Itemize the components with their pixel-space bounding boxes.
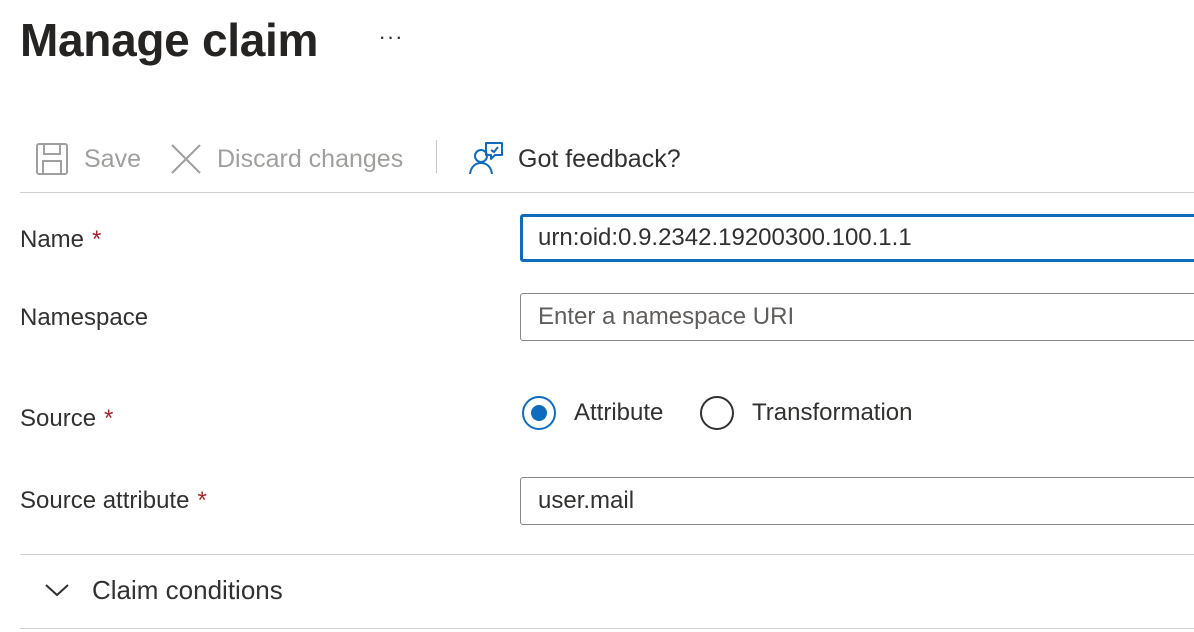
feedback-icon (466, 139, 506, 179)
required-mark: * (104, 405, 114, 432)
radio-transformation-label: Transformation (752, 399, 913, 426)
toolbar-divider (436, 140, 437, 173)
name-input[interactable] (520, 214, 1194, 262)
radio-attribute-label: Attribute (574, 399, 664, 426)
chevron-down-icon (42, 575, 72, 605)
more-options-button[interactable]: ··· (372, 22, 410, 56)
name-label: Name * (20, 225, 101, 255)
source-attribute-label-text: Source attribute (20, 487, 190, 514)
claim-conditions-expander[interactable]: Claim conditions (20, 562, 1194, 618)
source-label: Source * (20, 404, 113, 434)
save-icon (34, 141, 70, 177)
feedback-button[interactable]: Got feedback? (466, 137, 681, 181)
feedback-label: Got feedback? (518, 144, 681, 173)
required-mark: * (92, 226, 102, 253)
radio-unchecked-icon (700, 396, 734, 430)
discard-changes-button[interactable]: Discard changes (168, 137, 403, 181)
toolbar-bottom-divider (20, 192, 1194, 193)
namespace-input[interactable] (520, 293, 1194, 341)
name-label-text: Name (20, 226, 85, 253)
discard-changes-label: Discard changes (217, 144, 404, 173)
source-attribute-combobox[interactable] (520, 477, 1194, 525)
bottom-divider (20, 628, 1194, 629)
claim-conditions-label: Claim conditions (92, 574, 283, 605)
required-mark: * (197, 487, 207, 514)
save-button[interactable]: Save (34, 137, 141, 181)
section-divider (20, 554, 1194, 555)
namespace-label: Namespace (20, 304, 149, 331)
close-icon (168, 141, 204, 177)
source-radio-transformation[interactable]: Transformation (700, 392, 913, 434)
source-attribute-label: Source attribute * (20, 486, 207, 516)
radio-checked-icon (522, 396, 556, 430)
source-label-text: Source (20, 405, 97, 432)
page-title: Manage claim (20, 14, 319, 66)
save-button-label: Save (84, 144, 141, 173)
source-radio-attribute[interactable]: Attribute (522, 392, 663, 434)
